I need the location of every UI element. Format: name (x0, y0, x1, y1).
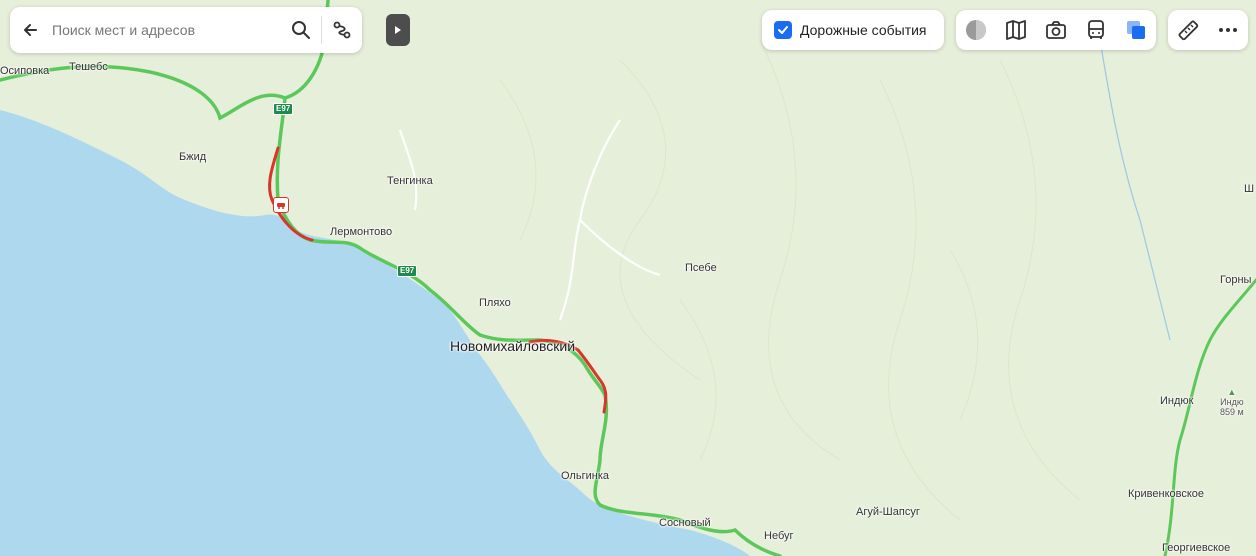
road-shield-e97: E97 (273, 103, 294, 115)
road-shield-e97: E97 (397, 265, 418, 277)
sidebar-toggle-button[interactable] (386, 14, 410, 46)
theme-button[interactable] (960, 14, 992, 46)
place-krivenkovskoe[interactable]: Кривенковское (1128, 488, 1204, 500)
place-georgievskoe[interactable]: Георгиевское (1162, 542, 1230, 554)
place-agui-shapsug[interactable]: Агуй-Шапсуг (856, 506, 920, 518)
peak-name: Индю (1220, 397, 1244, 407)
layers-icon (1127, 21, 1145, 39)
place-novomikhaylovskiy[interactable]: Новомихайловский (450, 338, 575, 354)
route-button[interactable] (322, 10, 362, 50)
panorama-button[interactable] (1000, 14, 1032, 46)
photos-button[interactable] (1040, 14, 1072, 46)
place-teshebs[interactable]: Тешебс (69, 61, 108, 73)
place-nebug[interactable]: Небуг (764, 530, 794, 542)
more-dots-icon (1219, 28, 1237, 32)
search-button[interactable] (281, 10, 321, 50)
map-canvas[interactable] (0, 0, 1256, 556)
place-sosnovyy[interactable]: Сосновый (659, 517, 711, 529)
circle-icon (966, 20, 986, 40)
play-right-icon (395, 26, 401, 34)
place-plyakho[interactable]: Пляхо (479, 297, 511, 309)
tools-panel (1168, 10, 1248, 50)
layers-panel (956, 10, 1156, 50)
place-osipovka[interactable]: Осиповка (0, 65, 49, 77)
traffic-events-checkbox[interactable] (774, 21, 792, 39)
place-bzhid[interactable]: Бжид (179, 151, 206, 163)
place-gorny[interactable]: Горны (1220, 274, 1251, 286)
place-sh[interactable]: Ш (1244, 183, 1254, 195)
transit-button[interactable] (1080, 14, 1112, 46)
place-tenginka[interactable]: Тенгинка (387, 175, 433, 187)
mountain-icon: ▲ (1227, 387, 1237, 397)
car-crash-icon (277, 203, 285, 209)
search-input[interactable] (50, 14, 281, 46)
place-olginka[interactable]: Ольгинка (561, 470, 609, 482)
traffic-events-label: Дорожные события (800, 22, 927, 38)
back-button[interactable] (10, 10, 50, 50)
map-book-icon (1006, 20, 1026, 40)
place-indyuk[interactable]: Индюк (1160, 395, 1193, 407)
traffic-event-marker[interactable] (273, 197, 289, 213)
camera-icon (1046, 21, 1066, 39)
search-panel (10, 7, 362, 53)
peak-indyuk[interactable]: ▲ Индю 859 м (1220, 387, 1244, 417)
checkmark-icon (778, 26, 788, 34)
layers-button[interactable] (1120, 14, 1152, 46)
search-icon (292, 21, 310, 39)
more-button[interactable] (1212, 14, 1244, 46)
place-lermontovo[interactable]: Лермонтово (330, 226, 392, 238)
ruler-button[interactable] (1172, 14, 1204, 46)
route-icon (333, 21, 351, 39)
place-psebe[interactable]: Псебе (685, 262, 717, 274)
traffic-events-toggle[interactable]: Дорожные события (762, 10, 944, 50)
peak-height: 859 м (1220, 407, 1244, 417)
ruler-icon (1178, 20, 1199, 41)
arrow-left-icon (24, 24, 37, 36)
bus-icon (1088, 20, 1104, 39)
